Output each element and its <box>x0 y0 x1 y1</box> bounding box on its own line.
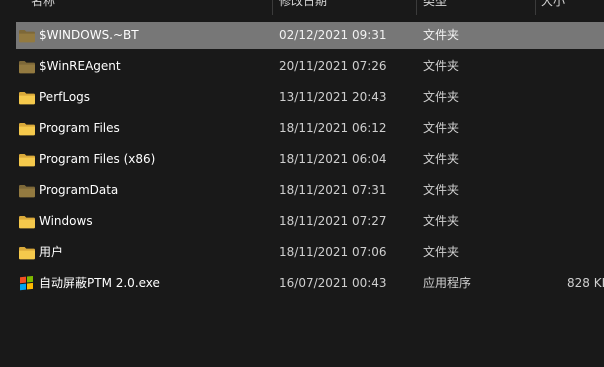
file-name: ProgramData <box>39 183 119 197</box>
column-divider[interactable] <box>272 0 273 15</box>
file-type: 文件夹 <box>423 183 460 197</box>
folder-icon <box>18 213 36 229</box>
file-row[interactable]: 用户 18/11/2021 07:06 文件夹 <box>16 239 604 266</box>
file-date-modified: 18/11/2021 06:12 <box>279 121 387 135</box>
file-name: PerfLogs <box>39 90 91 104</box>
folder-icon <box>18 151 36 167</box>
file-row[interactable]: Windows 18/11/2021 07:27 文件夹 <box>16 208 604 235</box>
file-name: 自动屏蔽PTM 2.0.exe <box>39 276 160 290</box>
file-row[interactable]: ProgramData 18/11/2021 07:31 文件夹 <box>16 177 604 204</box>
folder-hidden-icon <box>18 27 36 43</box>
file-row[interactable]: $WINDOWS.~BT 02/12/2021 09:31 文件夹 <box>16 22 604 49</box>
file-name: Windows <box>39 214 93 228</box>
column-header-name[interactable]: 名称 <box>31 0 55 17</box>
folder-icon <box>18 89 36 105</box>
file-date-modified: 02/12/2021 09:31 <box>279 28 387 42</box>
column-header-type[interactable]: 类型 <box>423 0 447 17</box>
file-row[interactable]: Program Files 18/11/2021 06:12 文件夹 <box>16 115 604 142</box>
file-date-modified: 13/11/2021 20:43 <box>279 90 387 104</box>
file-type: 文件夹 <box>423 214 460 228</box>
column-header-size[interactable]: 大小 <box>541 0 565 17</box>
file-type: 应用程序 <box>423 276 472 290</box>
file-row[interactable]: 自动屏蔽PTM 2.0.exe 16/07/2021 00:43 应用程序 828 K… <box>16 270 604 297</box>
file-size: 828 KB <box>567 276 604 290</box>
file-date-modified: 18/11/2021 07:27 <box>279 214 387 228</box>
file-date-modified: 20/11/2021 07:26 <box>279 59 387 73</box>
file-type: 文件夹 <box>423 152 460 166</box>
file-type: 文件夹 <box>423 121 460 135</box>
column-header-date[interactable]: 修改日期 <box>279 0 327 17</box>
folder-hidden-icon <box>18 182 36 198</box>
file-name: $WinREAgent <box>39 59 121 73</box>
file-date-modified: 16/07/2021 00:43 <box>279 276 387 290</box>
folder-icon <box>18 244 36 260</box>
folder-icon <box>18 120 36 136</box>
column-header-bar: 名称 修改日期 类型 大小 <box>0 0 604 17</box>
file-name: Program Files (x86) <box>39 152 156 166</box>
file-type: 文件夹 <box>423 245 460 259</box>
column-divider[interactable] <box>416 0 417 15</box>
file-name: Program Files <box>39 121 120 135</box>
file-date-modified: 18/11/2021 07:06 <box>279 245 387 259</box>
file-row[interactable]: Program Files (x86) 18/11/2021 06:04 文件夹 <box>16 146 604 173</box>
column-divider[interactable] <box>535 0 536 15</box>
application-icon <box>18 275 36 291</box>
file-name: $WINDOWS.~BT <box>39 28 139 42</box>
folder-hidden-icon <box>18 58 36 74</box>
file-type: 文件夹 <box>423 90 460 104</box>
file-type: 文件夹 <box>423 28 460 42</box>
file-row[interactable]: $WinREAgent 20/11/2021 07:26 文件夹 <box>16 53 604 80</box>
file-row[interactable]: PerfLogs 13/11/2021 20:43 文件夹 <box>16 84 604 111</box>
file-type: 文件夹 <box>423 59 460 73</box>
file-name: 用户 <box>39 245 64 259</box>
file-date-modified: 18/11/2021 06:04 <box>279 152 387 166</box>
file-date-modified: 18/11/2021 07:31 <box>279 183 387 197</box>
file-explorer-view: 名称 修改日期 类型 大小 $WINDOWS.~BT 02/12/2021 09:… <box>0 0 604 367</box>
